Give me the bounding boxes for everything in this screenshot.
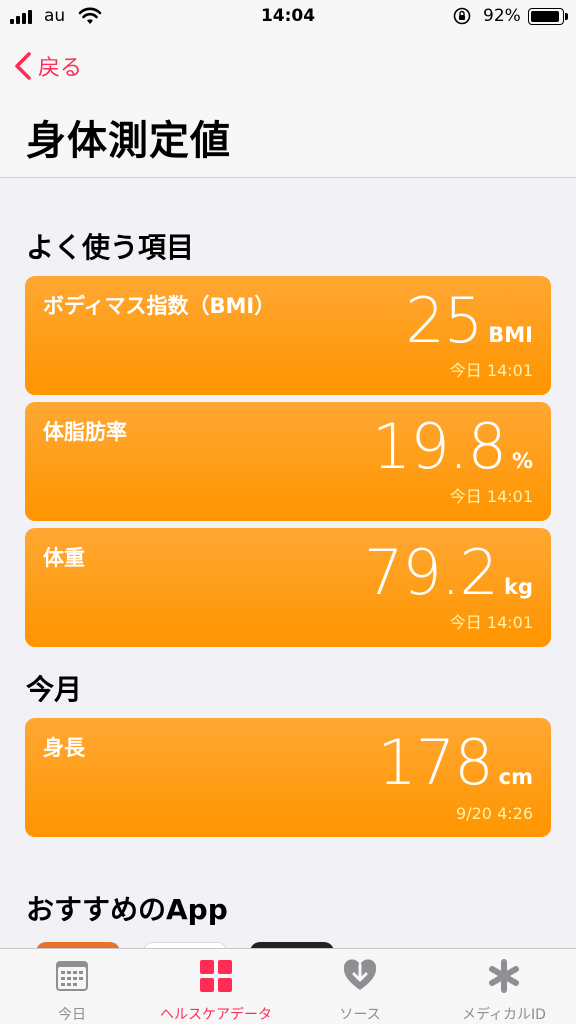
calendar-icon [56, 961, 88, 991]
tab-label: ソース [339, 1007, 381, 1023]
card-timestamp: 9/20 4:26 [456, 804, 533, 823]
height-card[interactable]: 身長 178 cm 9/20 4:26 [25, 718, 551, 837]
rotation-lock-icon [453, 7, 471, 25]
body-fat-card[interactable]: 体脂肪率 19.8 % 今日 14:01 [25, 402, 551, 521]
section-title-this-month: 今月 [26, 673, 83, 706]
card-value: 25 BMI [405, 284, 533, 357]
tab-bar: 今日 ヘルスケアデータ ソース メディカルID [0, 948, 576, 1024]
weight-card[interactable]: 体重 79.2 kg 今日 14:01 [25, 528, 551, 647]
chevron-left-icon [15, 52, 31, 80]
card-label: ボディマス指数（BMI） [43, 294, 276, 318]
battery-tip [565, 13, 568, 20]
section-title-frequent: よく使う項目 [26, 231, 195, 264]
card-number: 178 [377, 726, 493, 799]
card-unit: kg [504, 575, 533, 599]
tab-sources[interactable]: ソース [288, 949, 432, 1024]
card-timestamp: 今日 14:01 [449, 487, 533, 506]
battery-icon [528, 8, 564, 25]
card-unit: BMI [488, 323, 533, 347]
card-unit: % [511, 449, 533, 473]
back-button[interactable]: 戻る [12, 48, 82, 84]
card-number: 19.8 [371, 410, 507, 483]
card-number: 79.2 [363, 536, 499, 609]
tab-label: 今日 [58, 1007, 86, 1023]
tab-label: メディカルID [462, 1007, 546, 1023]
grid-icon [200, 960, 232, 992]
card-label: 身長 [43, 736, 85, 760]
tab-medical-id[interactable]: メディカルID [432, 949, 576, 1024]
bmi-card[interactable]: ボディマス指数（BMI） 25 BMI 今日 14:01 [25, 276, 551, 395]
card-value: 79.2 kg [364, 536, 533, 609]
page-title: 身体測定値 [26, 118, 231, 164]
tab-label: ヘルスケアデータ [160, 1007, 272, 1023]
card-timestamp: 今日 14:01 [449, 361, 533, 380]
card-value: 178 cm [377, 726, 533, 799]
heart-download-icon [343, 959, 377, 990]
card-number: 25 [405, 284, 483, 357]
asterisk-icon [489, 959, 519, 993]
status-bar: au 14:04 92% [0, 0, 576, 34]
card-unit: cm [498, 765, 533, 789]
tab-today[interactable]: 今日 [0, 949, 144, 1024]
back-label: 戻る [38, 56, 83, 81]
card-label: 体重 [43, 546, 85, 570]
card-label: 体脂肪率 [43, 420, 127, 444]
card-value: 19.8 % [372, 410, 533, 483]
card-timestamp: 今日 14:01 [449, 613, 533, 632]
battery-percentage: 92% [483, 6, 521, 26]
section-title-recommended: おすすめのApp [26, 893, 228, 926]
tab-health-data[interactable]: ヘルスケアデータ [144, 949, 288, 1024]
